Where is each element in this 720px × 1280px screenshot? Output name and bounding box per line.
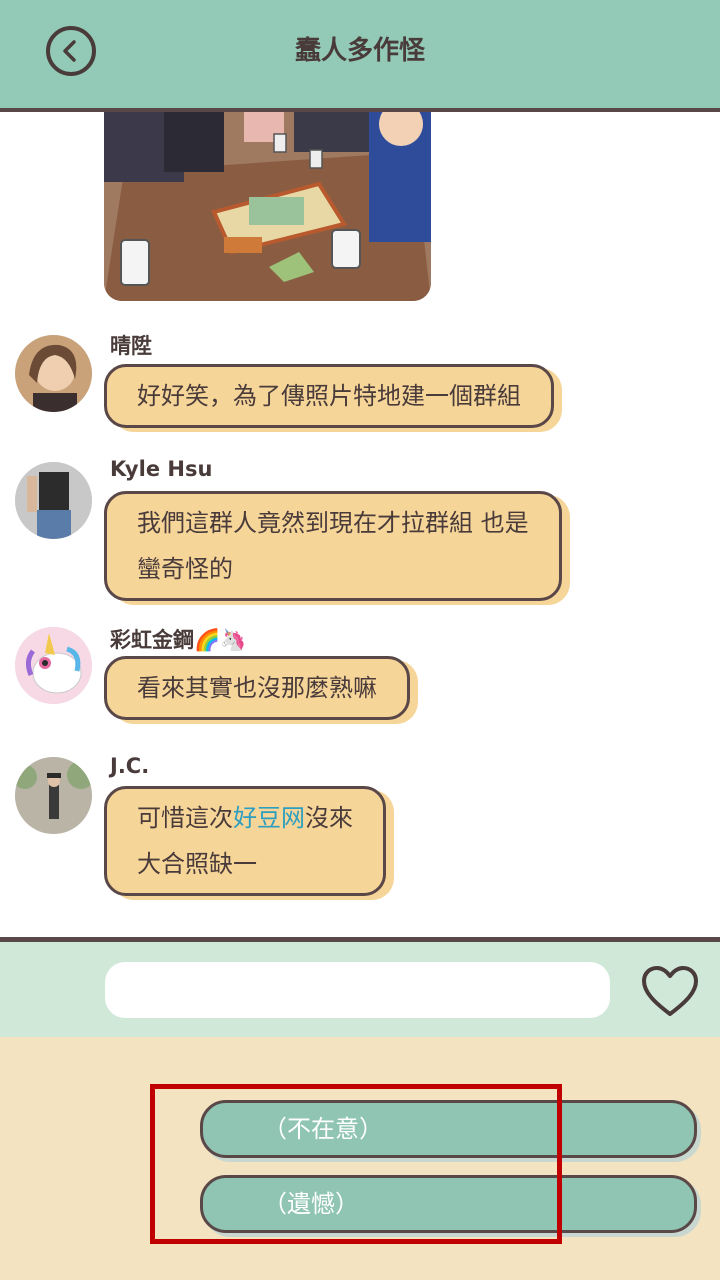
avatar[interactable] (15, 757, 92, 834)
message-text: 可惜這次 (137, 804, 233, 832)
sender-name: 彩虹金鋼🌈🦄 (110, 628, 247, 652)
sender-name: Kyle Hsu (110, 457, 213, 481)
app-header: 蠢人多作怪 (0, 0, 720, 112)
shared-photo[interactable] (104, 112, 431, 301)
message-input[interactable] (105, 962, 610, 1018)
message-bubble: 看來其實也沒那麼熟嘛 (104, 656, 410, 720)
board-game-illustration (104, 112, 431, 301)
reply-choices-panel: （不在意） （遺憾） (0, 1037, 720, 1280)
sender-name: J.C. (110, 754, 150, 778)
chat-title: 蠢人多作怪 (294, 36, 425, 66)
avatar-portrait (15, 335, 92, 412)
choice-not-care-button[interactable]: （不在意） (200, 1100, 697, 1158)
avatar[interactable] (15, 627, 92, 704)
input-bar (0, 942, 720, 1037)
unicorn-avatar (15, 627, 92, 704)
avatar[interactable] (15, 462, 92, 539)
sender-name: 晴陞 (110, 334, 152, 358)
highlighted-mention[interactable]: 好豆网 (233, 804, 305, 832)
avatar-portrait (15, 462, 92, 539)
heart-icon[interactable] (640, 964, 700, 1020)
avatar-portrait (15, 757, 92, 834)
avatar[interactable] (15, 335, 92, 412)
choice-regret-button[interactable]: （遺憾） (200, 1175, 697, 1233)
message-bubble: 我們這群人竟然到現在才拉群組 也是 蠻奇怪的 (104, 491, 562, 601)
message-bubble: 好好笑，為了傳照片特地建一個群組 (104, 364, 554, 428)
message-bubble: 可惜這次好豆网沒來 大合照缺一 (104, 786, 386, 896)
